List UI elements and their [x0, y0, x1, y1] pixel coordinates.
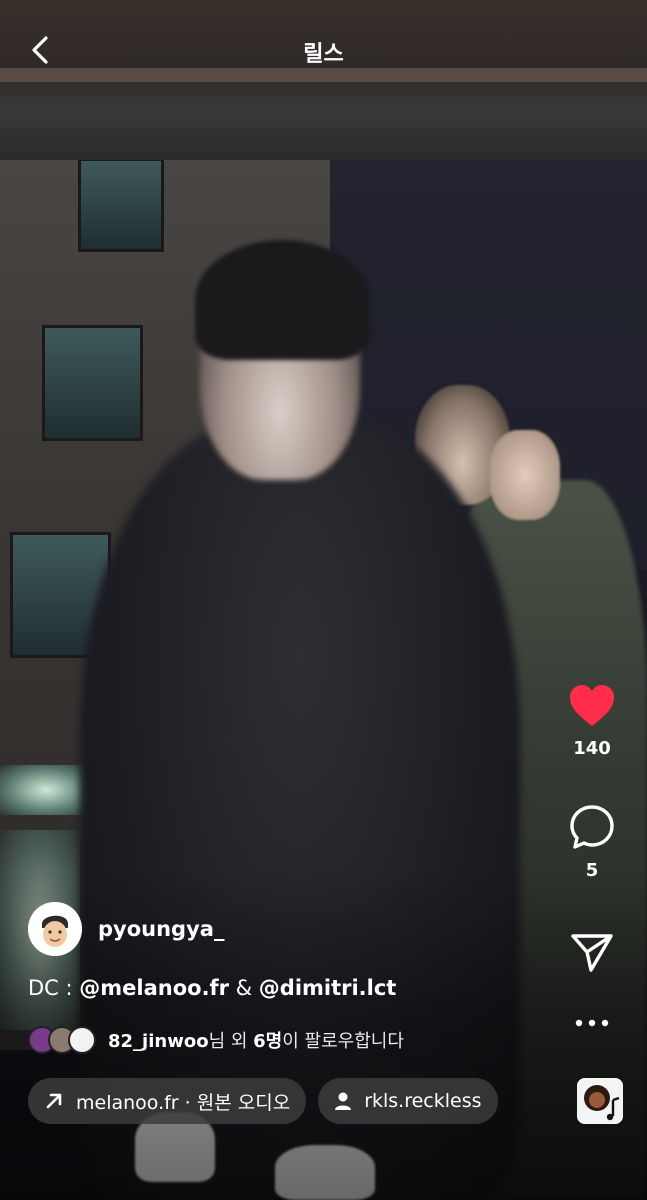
caption-prefix: DC : — [28, 976, 80, 1000]
more-button[interactable] — [572, 1014, 612, 1033]
share-button[interactable] — [570, 932, 614, 978]
comment-action: 5 — [537, 804, 647, 881]
top-bar: 릴스 — [0, 20, 647, 80]
audio-chip[interactable]: melanoo.fr · 원본 오디오 — [28, 1078, 307, 1124]
comment-button[interactable] — [569, 804, 615, 854]
page-title: 릴스 — [303, 42, 344, 67]
like-action: 140 — [537, 684, 647, 759]
followers-mid: 님 외 — [208, 1031, 254, 1052]
followed-by-text: 82_jinwoo님 외 6명이 팔로우합니다 — [108, 1027, 404, 1053]
followers-count: 6명 — [253, 1031, 283, 1052]
lit-window — [0, 765, 92, 815]
caption-separator: & — [229, 976, 259, 1000]
tagged-user-chip[interactable]: rkls.reckless — [318, 1078, 498, 1124]
send-icon — [571, 934, 613, 972]
author-row: pyoungya_ — [28, 902, 224, 956]
mention-link[interactable]: @melanoo.fr — [79, 976, 229, 1000]
audio-music-icon — [577, 1078, 623, 1124]
beanie — [195, 240, 370, 360]
audio-thumbnail[interactable] — [577, 1078, 623, 1124]
peace-sign-hand — [490, 430, 560, 520]
window — [78, 158, 164, 252]
tagged-user-label: rkls.reckless — [364, 1090, 482, 1112]
followed-by-row[interactable]: 82_jinwoo님 외 6명이 팔로우합니다 — [28, 1026, 404, 1054]
username[interactable]: pyoungya_ — [98, 917, 224, 941]
memoji-avatar-icon — [28, 902, 82, 956]
more-action — [537, 1014, 647, 1033]
follower-username: 82_jinwoo — [108, 1031, 209, 1052]
comment-count: 5 — [585, 860, 599, 881]
like-count: 140 — [573, 738, 611, 759]
arrow-up-right-icon — [44, 1091, 64, 1111]
like-button[interactable] — [568, 684, 616, 732]
share-action — [537, 932, 647, 978]
window — [42, 325, 143, 441]
audio-chip-label: melanoo.fr · 원본 오디오 — [76, 1091, 291, 1114]
more-icon — [575, 1019, 609, 1027]
person-icon — [334, 1091, 352, 1111]
caption: DC : @melanoo.fr & @dimitri.lct — [28, 976, 396, 1000]
heart-icon — [570, 685, 614, 726]
follower-avatar — [68, 1026, 96, 1054]
comment-icon — [570, 805, 614, 849]
mention-link[interactable]: @dimitri.lct — [259, 976, 397, 1000]
followers-suffix: 이 팔로우합니다 — [282, 1031, 404, 1052]
chips-row: melanoo.fr · 원본 오디오 rkls.reckless — [28, 1078, 498, 1124]
avatar[interactable] — [28, 902, 82, 956]
